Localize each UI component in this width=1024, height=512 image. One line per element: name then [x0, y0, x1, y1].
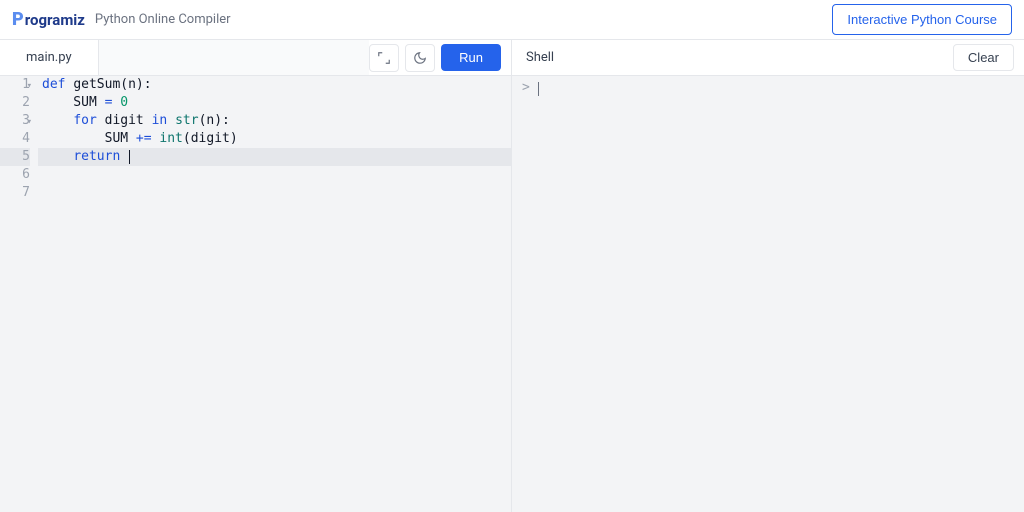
line-number: 5 — [0, 148, 30, 166]
line-number: 1 — [0, 76, 30, 94]
code-line[interactable] — [38, 184, 511, 202]
app-header: Programiz Python Online Compiler Interac… — [0, 0, 1024, 40]
code-line[interactable]: SUM = 0 — [38, 94, 511, 112]
moon-icon[interactable] — [405, 44, 435, 72]
line-gutter: 1234567 — [0, 76, 38, 512]
line-number: 3 — [0, 112, 30, 130]
editor-cursor — [129, 150, 130, 164]
file-tab-main[interactable]: main.py — [0, 40, 99, 75]
line-number: 7 — [0, 184, 30, 202]
shell-label: Shell — [512, 50, 568, 65]
shell-cursor — [538, 82, 539, 96]
shell-toolbar: Shell Clear — [512, 40, 1024, 76]
shell-panel: Shell Clear > — [512, 40, 1024, 512]
run-button[interactable]: Run — [441, 44, 501, 71]
main-area: main.py Run 1234567 def getSum(n): SUM =… — [0, 40, 1024, 512]
code-line[interactable] — [38, 166, 511, 184]
line-number: 4 — [0, 130, 30, 148]
line-number: 2 — [0, 94, 30, 112]
code-line[interactable]: def getSum(n): — [38, 76, 511, 94]
toolbar-spacer — [99, 40, 370, 75]
line-number: 6 — [0, 166, 30, 184]
code-line[interactable]: SUM += int(digit) — [38, 130, 511, 148]
logo[interactable]: Programiz — [12, 9, 85, 30]
expand-icon[interactable] — [369, 44, 399, 72]
code-line[interactable]: for digit in str(n): — [38, 112, 511, 130]
clear-button[interactable]: Clear — [953, 44, 1014, 71]
shell-prompt: > — [522, 80, 530, 508]
shell-output[interactable]: > — [512, 76, 1024, 512]
code-area[interactable]: def getSum(n): SUM = 0 for digit in str(… — [38, 76, 511, 512]
page-title: Python Online Compiler — [95, 12, 231, 27]
editor-toolbar: main.py Run — [0, 40, 511, 76]
logo-chevron-icon: P — [12, 9, 24, 30]
code-line[interactable]: return — [38, 148, 511, 166]
editor-panel: main.py Run 1234567 def getSum(n): SUM =… — [0, 40, 512, 512]
logo-text: rogramiz — [25, 11, 85, 29]
interactive-course-button[interactable]: Interactive Python Course — [832, 4, 1012, 35]
code-editor[interactable]: 1234567 def getSum(n): SUM = 0 for digit… — [0, 76, 511, 512]
header-left: Programiz Python Online Compiler — [12, 9, 231, 30]
